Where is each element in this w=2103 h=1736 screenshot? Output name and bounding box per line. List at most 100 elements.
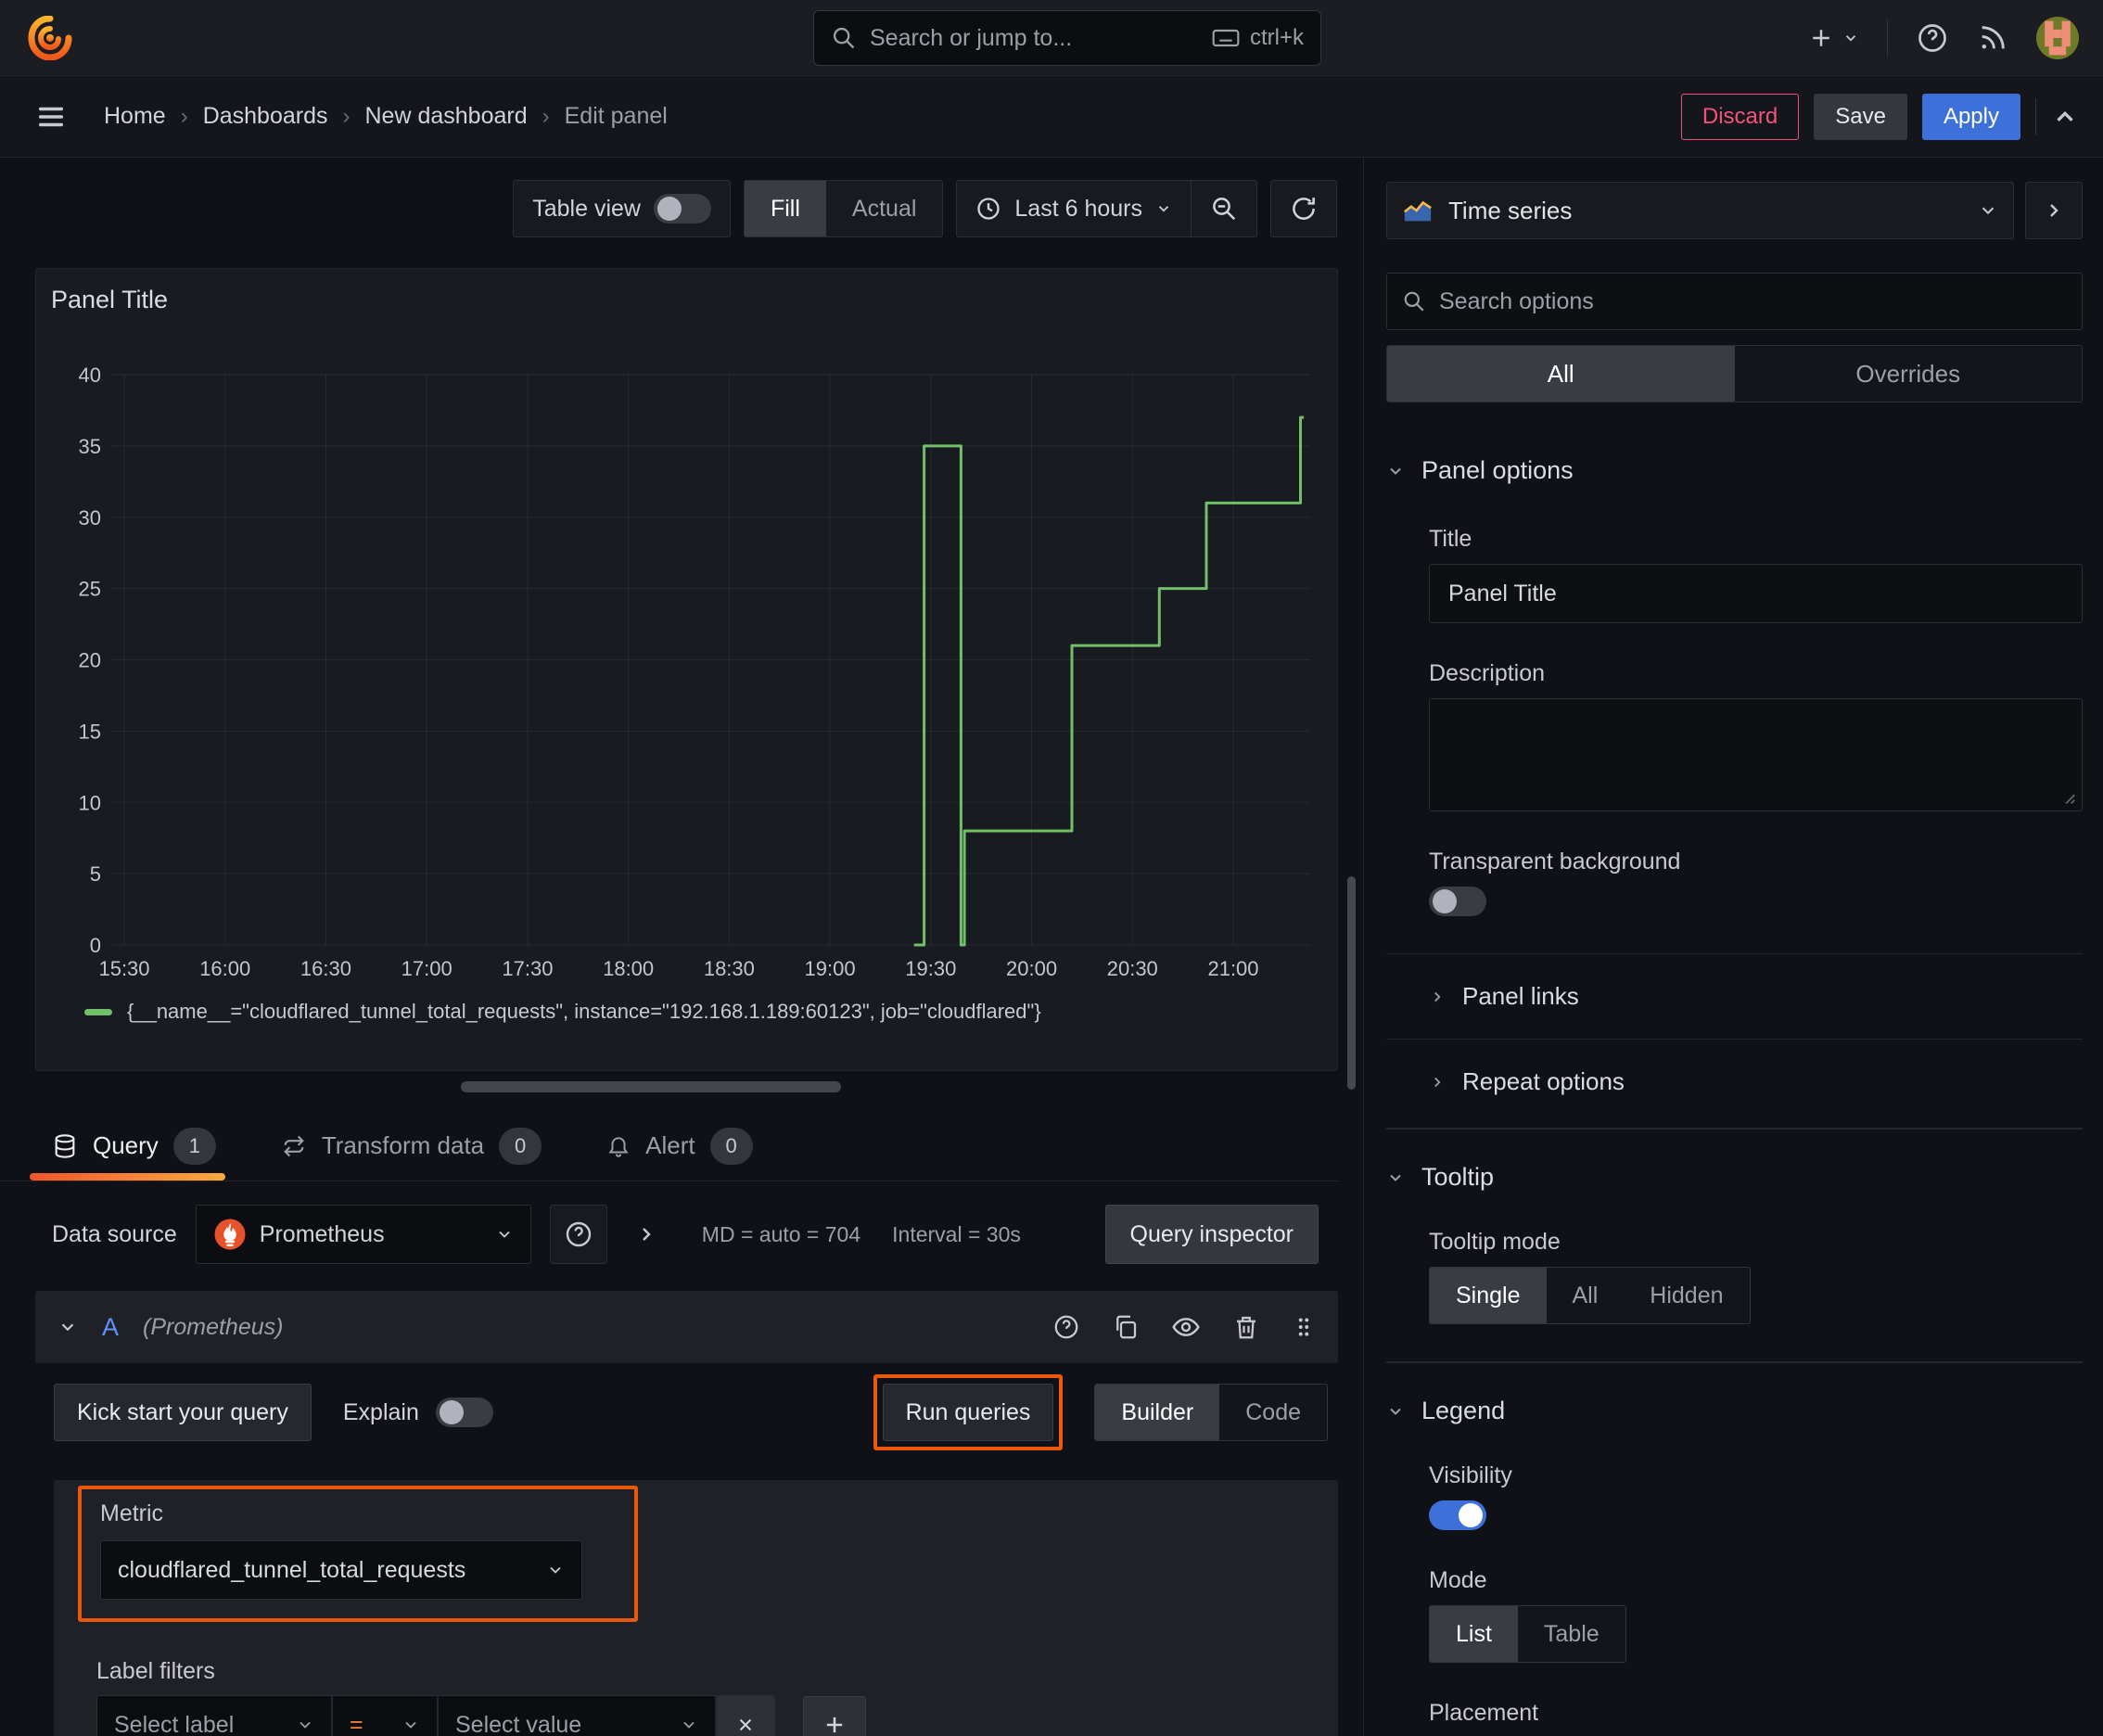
tooltip-single-option[interactable]: Single: [1430, 1268, 1547, 1323]
add-filter-button[interactable]: [803, 1696, 866, 1736]
tooltip-hidden-option[interactable]: Hidden: [1624, 1268, 1749, 1323]
tooltip-section[interactable]: Tooltip: [1386, 1163, 2083, 1192]
breadcrumb-dashboards[interactable]: Dashboards: [203, 103, 328, 130]
kick-start-button[interactable]: Kick start your query: [54, 1384, 312, 1441]
refresh-button[interactable]: [1271, 181, 1336, 236]
options-search-input[interactable]: Search options: [1386, 273, 2083, 330]
chevron-right-icon: [1434, 1077, 1441, 1087]
svg-text:18:30: 18:30: [704, 957, 755, 980]
title-input[interactable]: Panel Title: [1429, 564, 2083, 623]
visualization-picker[interactable]: Time series: [1386, 182, 2014, 239]
grafana-logo-icon[interactable]: [28, 16, 72, 60]
query-ref-id[interactable]: A: [102, 1313, 119, 1342]
legend-table-option[interactable]: Table: [1518, 1606, 1625, 1662]
breadcrumb-edit-panel: Edit panel: [564, 103, 668, 129]
tab-query[interactable]: Query 1: [30, 1111, 225, 1181]
drag-query-icon[interactable]: [1292, 1315, 1316, 1339]
fit-mode-group: Fill Actual: [743, 180, 944, 237]
query-row-header[interactable]: A (Prometheus): [35, 1291, 1338, 1363]
datasource-help-button[interactable]: [549, 1205, 607, 1264]
breadcrumb-home[interactable]: Home: [104, 103, 166, 130]
search-icon: [831, 25, 857, 51]
search-icon: [1402, 289, 1426, 313]
keyboard-icon: [1211, 23, 1241, 53]
help-icon[interactable]: [1916, 21, 1949, 55]
tab-overrides[interactable]: Overrides: [1735, 346, 2083, 402]
repeat-options-section[interactable]: Repeat options: [1429, 1067, 2083, 1096]
description-input[interactable]: [1429, 698, 2083, 811]
options-sidebar: Time series Search options All Overrides…: [1363, 158, 2103, 1736]
panel-resize-handle[interactable]: [461, 1081, 841, 1092]
query-actions-row: Kick start your query Explain Run querie…: [54, 1374, 1328, 1450]
time-series-chart[interactable]: 0 5 10 15 20 25 30 35 40 15:30 16:00 16:30 17:00 17:3…: [36, 269, 1337, 1070]
table-view-toggle[interactable]: Table view: [514, 181, 730, 236]
resize-handle-icon[interactable]: [2058, 786, 2078, 807]
tab-transform[interactable]: Transform data 0: [281, 1111, 542, 1181]
transparent-bg-label: Transparent background: [1429, 849, 1681, 874]
tooltip-mode-label: Tooltip mode: [1429, 1229, 1561, 1255]
query-help-icon[interactable]: [1052, 1313, 1080, 1341]
toggle-viz-picker-button[interactable]: [2025, 182, 2083, 239]
collapse-header-icon[interactable]: [2051, 103, 2079, 131]
series-label[interactable]: {__name__="cloudflared_tunnel_total_requ…: [127, 1000, 1041, 1024]
svg-text:5: 5: [90, 862, 101, 886]
explain-switch[interactable]: [435, 1398, 493, 1427]
scrollbar[interactable]: [1347, 876, 1356, 1090]
series-color-icon[interactable]: [84, 1008, 112, 1015]
actual-option[interactable]: Actual: [826, 181, 942, 236]
svg-text:20:30: 20:30: [1107, 957, 1158, 980]
metric-select[interactable]: cloudflared_tunnel_total_requests: [100, 1540, 582, 1600]
legend-list-option[interactable]: List: [1430, 1606, 1518, 1662]
chart-legend: {__name__="cloudflared_tunnel_total_requ…: [84, 1000, 1041, 1024]
select-label-dropdown[interactable]: Select label: [97, 1696, 331, 1736]
select-label-placeholder: Select label: [114, 1711, 235, 1736]
panel-links-section[interactable]: Panel links: [1429, 982, 2083, 1011]
tooltip-all-option[interactable]: All: [1547, 1268, 1625, 1323]
discard-button[interactable]: Discard: [1680, 93, 1800, 140]
menu-toggle-icon[interactable]: [35, 101, 67, 133]
panel-title: Panel Title: [51, 286, 169, 313]
search-bar[interactable]: Search or jump to... ctrl+k: [813, 10, 1321, 66]
legend-section[interactable]: Legend: [1386, 1397, 2083, 1425]
remove-filter-button[interactable]: [717, 1696, 774, 1736]
svg-text:20: 20: [79, 649, 101, 672]
panel-options-section[interactable]: Panel options: [1386, 456, 2083, 485]
code-mode-option[interactable]: Code: [1219, 1385, 1327, 1440]
search-shortcut: ctrl+k: [1249, 25, 1304, 50]
tab-all[interactable]: All: [1387, 346, 1735, 402]
delete-query-icon[interactable]: [1232, 1313, 1260, 1341]
news-icon[interactable]: [1977, 22, 2008, 54]
svg-text:19:00: 19:00: [805, 957, 856, 980]
chart-panel[interactable]: Panel Title 0 5 10 15 20 25 30 35 40 15:30 16:00 16…: [35, 268, 1338, 1071]
run-queries-button[interactable]: Run queries: [882, 1384, 1054, 1441]
zoom-out-button[interactable]: [1192, 181, 1256, 236]
select-value-dropdown[interactable]: Select value: [439, 1696, 715, 1736]
description-label: Description: [1429, 660, 1546, 686]
table-view-switch[interactable]: [653, 194, 711, 223]
metric-label: Metric: [100, 1500, 164, 1526]
save-button[interactable]: Save: [1814, 93, 1907, 140]
tab-alert[interactable]: Alert 0: [606, 1111, 753, 1181]
zoom-out-icon: [1213, 198, 1236, 221]
time-range-picker[interactable]: Last 6 hours: [957, 181, 1191, 236]
builder-mode-option[interactable]: Builder: [1095, 1385, 1220, 1440]
avatar[interactable]: [2036, 17, 2079, 59]
panel-options-heading: Panel options: [1421, 456, 1574, 484]
breadcrumb-separator: ›: [180, 103, 188, 129]
duplicate-query-icon[interactable]: [1112, 1313, 1140, 1341]
expand-options-icon[interactable]: [635, 1223, 657, 1245]
hide-query-icon[interactable]: [1171, 1312, 1201, 1342]
datasource-picker[interactable]: Prometheus: [195, 1205, 531, 1264]
fill-option[interactable]: Fill: [744, 181, 826, 236]
apply-button[interactable]: Apply: [1921, 93, 2020, 140]
legend-heading: Legend: [1421, 1397, 1506, 1424]
add-new-button[interactable]: [1807, 24, 1859, 52]
operator-dropdown[interactable]: =: [333, 1696, 437, 1736]
collapse-query-icon[interactable]: [57, 1317, 78, 1337]
query-inspector-button[interactable]: Query inspector: [1104, 1205, 1319, 1264]
legend-visibility-switch[interactable]: [1429, 1500, 1486, 1530]
breadcrumb-new-dashboard[interactable]: New dashboard: [365, 103, 528, 130]
transparent-bg-switch[interactable]: [1429, 887, 1486, 916]
svg-text:15: 15: [79, 720, 101, 743]
breadcrumb-separator: ›: [342, 103, 350, 129]
